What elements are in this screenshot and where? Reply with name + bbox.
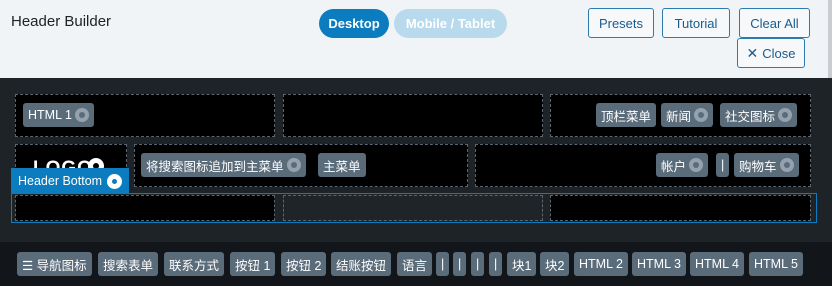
tutorial-button[interactable]: Tutorial: [662, 8, 730, 38]
header-bottom-label: Header Bottom: [18, 174, 103, 188]
gear-icon[interactable]: [107, 173, 123, 189]
item-topbar-menu[interactable]: 顶栏菜单: [596, 103, 657, 127]
palette-item-divider-4[interactable]: |: [489, 252, 503, 276]
palette-item-block-2[interactable]: 块2: [540, 252, 570, 276]
palette-item-checkout-button[interactable]: 结账按钮: [331, 252, 392, 276]
gear-icon[interactable]: [689, 158, 704, 172]
item-account[interactable]: 帐户: [656, 153, 709, 177]
tab-mobile-tablet[interactable]: Mobile / Tablet: [394, 9, 507, 38]
item-label: 新闻: [666, 109, 692, 124]
item-label: 顶栏菜单: [601, 109, 652, 124]
palette-item-button-1[interactable]: 按钮 1: [230, 252, 276, 276]
palette-item-html-3[interactable]: HTML 3: [632, 252, 686, 276]
item-social-icons[interactable]: 社交图标: [720, 103, 798, 127]
item-main-menu[interactable]: 主菜单: [318, 153, 366, 177]
palette-item-button-2[interactable]: 按钮 2: [281, 252, 327, 276]
palette-item-divider-2[interactable]: |: [453, 252, 467, 276]
palette-item-nav-icon[interactable]: ☰ 导航图标: [17, 252, 92, 276]
gear-icon[interactable]: [694, 108, 709, 122]
palette-item-divider-1[interactable]: |: [436, 252, 450, 276]
close-icon: ✕: [746, 44, 759, 61]
tab-desktop[interactable]: Desktop: [319, 9, 389, 38]
palette-item-block-1[interactable]: 块1: [507, 252, 537, 276]
gear-icon[interactable]: [778, 108, 793, 122]
top-row-center-cell[interactable]: [283, 94, 543, 137]
header-bottom-tab[interactable]: Header Bottom: [11, 168, 129, 194]
bottom-row-right-cell[interactable]: [550, 195, 811, 221]
palette-item-html-4[interactable]: HTML 4: [690, 252, 744, 276]
close-button[interactable]: ✕ Close: [737, 38, 805, 68]
item-label: 购物车: [739, 159, 777, 174]
palette-item-language[interactable]: 语言: [397, 252, 433, 276]
bottom-row-left-cell[interactable]: [15, 195, 275, 221]
palette-item-divider-3[interactable]: |: [471, 252, 485, 276]
item-append-search-icon[interactable]: 将搜索图标追加到主菜单: [141, 153, 306, 177]
palette-item-search-form[interactable]: 搜索表单: [98, 252, 159, 276]
presets-button[interactable]: Presets: [588, 8, 654, 38]
gear-icon[interactable]: [779, 158, 794, 172]
close-label: Close: [762, 45, 796, 61]
item-label: HTML 1: [28, 108, 72, 122]
item-label: 帐户: [661, 159, 687, 174]
item-label: 主菜单: [323, 159, 361, 174]
item-label: 将搜索图标追加到主菜单: [146, 159, 284, 174]
clear-all-button[interactable]: Clear All: [739, 8, 810, 38]
gear-icon[interactable]: [75, 108, 89, 122]
palette-item-contact[interactable]: 联系方式: [164, 252, 225, 276]
page-title: Header Builder: [11, 13, 112, 30]
item-label: 社交图标: [725, 109, 776, 124]
item-html-1[interactable]: HTML 1: [23, 103, 94, 127]
item-news[interactable]: 新闻: [661, 103, 714, 127]
builder-toolbar: Header Builder Desktop Mobile / Tablet P…: [0, 0, 832, 78]
item-cart[interactable]: 购物车: [734, 153, 799, 177]
palette-item-html-2[interactable]: HTML 2: [574, 252, 628, 276]
scrollbar[interactable]: [828, 0, 832, 78]
item-label: |: [721, 158, 725, 172]
bottom-row-center-cell[interactable]: [283, 195, 543, 221]
item-divider[interactable]: |: [716, 153, 730, 177]
gear-icon[interactable]: [286, 158, 301, 172]
palette-item-html-5[interactable]: HTML 5: [749, 252, 803, 276]
